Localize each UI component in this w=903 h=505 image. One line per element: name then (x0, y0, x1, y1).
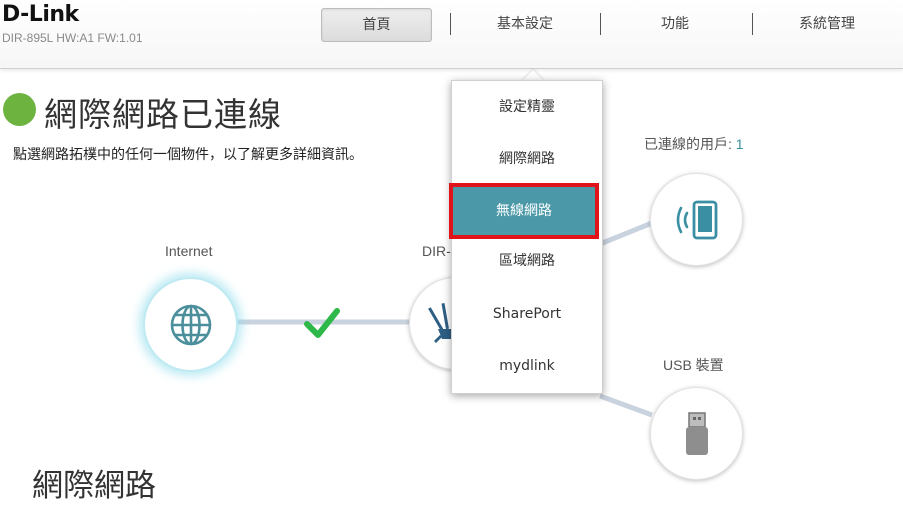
router-clients-link (599, 220, 653, 247)
router-label: DIR- (422, 243, 451, 259)
clients-label: 已連線的用戶: 1 (644, 136, 744, 152)
basic-settings-dropdown: 設定精靈 網際網路 無線網路 區域網路 SharePort mydlink (449, 80, 603, 394)
clients-node[interactable] (650, 173, 743, 266)
section-title-internet: 網際網路 (32, 468, 156, 504)
clients-count: 1 (735, 136, 744, 152)
internet-label: Internet (165, 243, 213, 259)
tablet-wifi-icon (676, 200, 717, 239)
menu-item-shareport[interactable]: SharePort (452, 288, 602, 340)
usb-label: USB 裝置 (663, 357, 724, 373)
globe-icon (170, 304, 211, 345)
menu-item-lan[interactable]: 區域網路 (452, 235, 602, 287)
menu-item-wireless[interactable]: 無線網路 (449, 183, 599, 239)
menu-item-setup-wizard[interactable]: 設定精靈 (452, 81, 602, 133)
usb-drive-icon (685, 411, 708, 455)
usb-node[interactable] (650, 387, 743, 480)
menu-item-mydlink[interactable]: mydlink (452, 340, 602, 392)
router-usb-link (599, 393, 653, 418)
menu-item-internet[interactable]: 網際網路 (452, 133, 602, 185)
internet-node[interactable] (143, 277, 238, 372)
